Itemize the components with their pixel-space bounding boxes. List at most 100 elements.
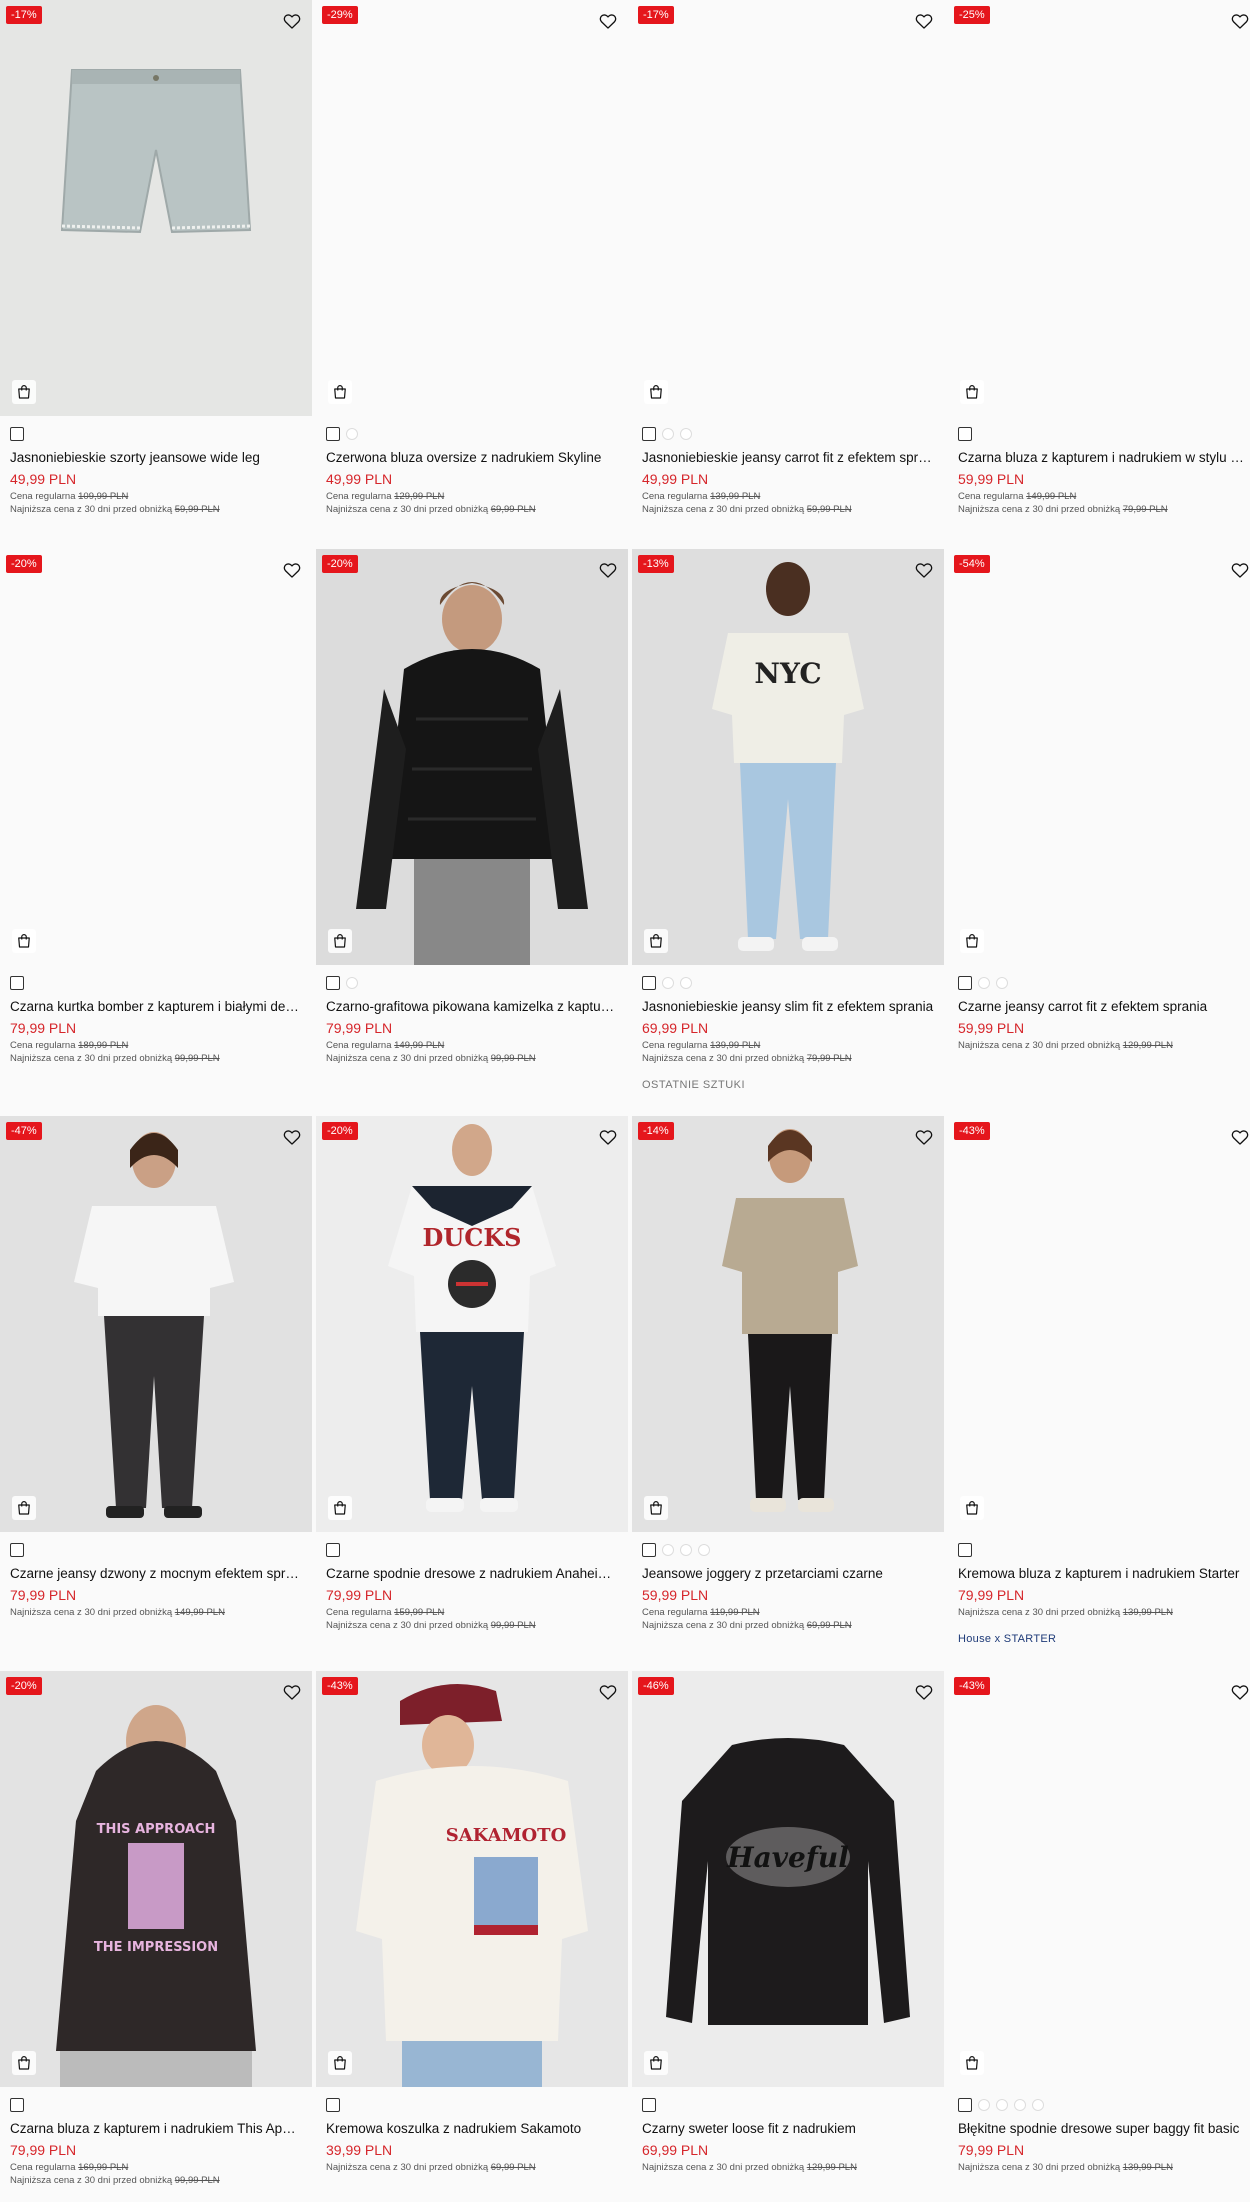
color-swatch[interactable] — [346, 428, 358, 440]
product-name[interactable]: Czarna kurtka bomber z kapturem i białym… — [10, 999, 302, 1014]
product-card[interactable]: SAKAMOTO -43% Kremowa koszulka z nadrukiem… — [316, 1671, 628, 2174]
product-name[interactable]: Czarne spodnie dresowe z nadrukiem Anahe… — [326, 1566, 618, 1581]
product-card[interactable]: NYC -13% Jasnoniebieskie jeansy slim fit z… — [632, 549, 944, 1091]
color-swatch[interactable] — [680, 1544, 692, 1556]
color-swatch[interactable] — [996, 977, 1008, 989]
heart-icon[interactable] — [282, 11, 302, 31]
product-name[interactable]: Czerwona bluza oversize z nadrukiem Skyl… — [326, 450, 618, 465]
heart-icon[interactable] — [914, 560, 934, 580]
shopping-bag-icon[interactable] — [960, 1496, 984, 1520]
color-swatch[interactable] — [662, 428, 674, 440]
product-image[interactable]: -43% — [948, 1116, 1250, 1532]
product-card[interactable]: -43% Błękitne spodnie dresowe super baggy… — [948, 1671, 1250, 2174]
product-image[interactable]: NYC -13% — [632, 549, 944, 965]
color-swatch[interactable] — [996, 2099, 1008, 2111]
color-swatch[interactable] — [978, 2099, 990, 2111]
heart-icon[interactable] — [1230, 11, 1250, 31]
color-swatch[interactable] — [326, 976, 340, 990]
product-name[interactable]: Jeansowe joggery z przetarciami czarne — [642, 1566, 934, 1581]
color-swatch[interactable] — [10, 976, 24, 990]
shopping-bag-icon[interactable] — [960, 929, 984, 953]
product-image[interactable]: -20% — [316, 549, 628, 965]
shopping-bag-icon[interactable] — [644, 1496, 668, 1520]
heart-icon[interactable] — [914, 11, 934, 31]
heart-icon[interactable] — [914, 1127, 934, 1147]
product-card[interactable]: -47% Czarne jeansy dzwony z mocnym efekte… — [0, 1116, 312, 1619]
color-swatch[interactable] — [958, 2098, 972, 2112]
color-swatch[interactable] — [10, 427, 24, 441]
color-swatch[interactable] — [958, 427, 972, 441]
color-swatch[interactable] — [662, 1544, 674, 1556]
color-swatch[interactable] — [698, 1544, 710, 1556]
product-name[interactable]: Czarny sweter loose fit z nadrukiem — [642, 2121, 934, 2136]
shopping-bag-icon[interactable] — [12, 929, 36, 953]
product-name[interactable]: Jasnoniebieskie jeansy carrot fit z efek… — [642, 450, 934, 465]
color-swatch[interactable] — [326, 1543, 340, 1557]
product-name[interactable]: Czarna bluza z kapturem i nadrukiem This… — [10, 2121, 302, 2136]
color-swatch[interactable] — [958, 1543, 972, 1557]
shopping-bag-icon[interactable] — [328, 1496, 352, 1520]
product-card[interactable]: -17% Jasnoniebieskie szorty jeansowe wide… — [0, 0, 312, 516]
shopping-bag-icon[interactable] — [644, 380, 668, 404]
product-name[interactable]: Czarno-grafitowa pikowana kamizelka z ka… — [326, 999, 618, 1014]
product-card[interactable]: -25% Czarna bluza z kapturem i nadrukiem … — [948, 0, 1250, 516]
product-name[interactable]: Czarna bluza z kapturem i nadrukiem w st… — [958, 450, 1250, 465]
color-swatch[interactable] — [680, 977, 692, 989]
shopping-bag-icon[interactable] — [644, 929, 668, 953]
color-swatch[interactable] — [978, 977, 990, 989]
product-card[interactable]: -29% Czerwona bluza oversize z nadrukiem … — [316, 0, 628, 516]
product-image[interactable]: -54% — [948, 549, 1250, 965]
product-image[interactable]: -17% — [632, 0, 944, 416]
shopping-bag-icon[interactable] — [12, 380, 36, 404]
product-image[interactable]: -29% — [316, 0, 628, 416]
product-card[interactable]: -43% Kremowa bluza z kapturem i nadrukiem… — [948, 1116, 1250, 1645]
product-card[interactable]: Haveful -46% Czarny sweter loose fit z nad… — [632, 1671, 944, 2174]
product-card[interactable]: -54% Czarne jeansy carrot fit z efektem s… — [948, 549, 1250, 1052]
shopping-bag-icon[interactable] — [328, 380, 352, 404]
shopping-bag-icon[interactable] — [644, 2051, 668, 2075]
color-swatch[interactable] — [642, 976, 656, 990]
product-card[interactable]: -20% Czarno-grafitowa pikowana kamizelka … — [316, 549, 628, 1065]
product-name[interactable]: Błękitne spodnie dresowe super baggy fit… — [958, 2121, 1250, 2136]
product-card[interactable]: -14% Jeansowe joggery z przetarciami czar… — [632, 1116, 944, 1632]
product-image[interactable]: -25% — [948, 0, 1250, 416]
heart-icon[interactable] — [1230, 560, 1250, 580]
color-swatch[interactable] — [1032, 2099, 1044, 2111]
product-card[interactable]: THIS APPROACH THE IMPRESSION -20% Czarna bl… — [0, 1671, 312, 2187]
color-swatch[interactable] — [326, 2098, 340, 2112]
product-card[interactable]: -17% Jasnoniebieskie jeansy carrot fit z … — [632, 0, 944, 516]
product-image[interactable]: Haveful -46% — [632, 1671, 944, 2087]
heart-icon[interactable] — [598, 1682, 618, 1702]
color-swatch[interactable] — [680, 428, 692, 440]
heart-icon[interactable] — [598, 560, 618, 580]
color-swatch[interactable] — [958, 976, 972, 990]
color-swatch[interactable] — [642, 2098, 656, 2112]
heart-icon[interactable] — [1230, 1682, 1250, 1702]
heart-icon[interactable] — [914, 1682, 934, 1702]
product-image[interactable]: -43% — [948, 1671, 1250, 2087]
color-swatch[interactable] — [1014, 2099, 1026, 2111]
shopping-bag-icon[interactable] — [960, 2051, 984, 2075]
color-swatch[interactable] — [326, 427, 340, 441]
product-name[interactable]: Czarne jeansy carrot fit z efektem spran… — [958, 999, 1250, 1014]
shopping-bag-icon[interactable] — [328, 2051, 352, 2075]
shopping-bag-icon[interactable] — [12, 1496, 36, 1520]
heart-icon[interactable] — [598, 1127, 618, 1147]
product-name[interactable]: Kremowa bluza z kapturem i nadrukiem Sta… — [958, 1566, 1250, 1581]
heart-icon[interactable] — [598, 11, 618, 31]
heart-icon[interactable] — [282, 1682, 302, 1702]
color-swatch[interactable] — [642, 1543, 656, 1557]
product-image[interactable]: SAKAMOTO -43% — [316, 1671, 628, 2087]
shopping-bag-icon[interactable] — [328, 929, 352, 953]
product-image[interactable]: DUCKS -20% — [316, 1116, 628, 1532]
heart-icon[interactable] — [282, 560, 302, 580]
product-name[interactable]: Jasnoniebieskie jeansy slim fit z efekte… — [642, 999, 934, 1014]
heart-icon[interactable] — [282, 1127, 302, 1147]
color-swatch[interactable] — [346, 977, 358, 989]
color-swatch[interactable] — [10, 1543, 24, 1557]
product-image[interactable]: -14% — [632, 1116, 944, 1532]
color-swatch[interactable] — [662, 977, 674, 989]
color-swatch[interactable] — [642, 427, 656, 441]
product-card[interactable]: -20% Czarna kurtka bomber z kapturem i bi… — [0, 549, 312, 1065]
product-name[interactable]: Jasnoniebieskie szorty jeansowe wide leg — [10, 450, 302, 465]
